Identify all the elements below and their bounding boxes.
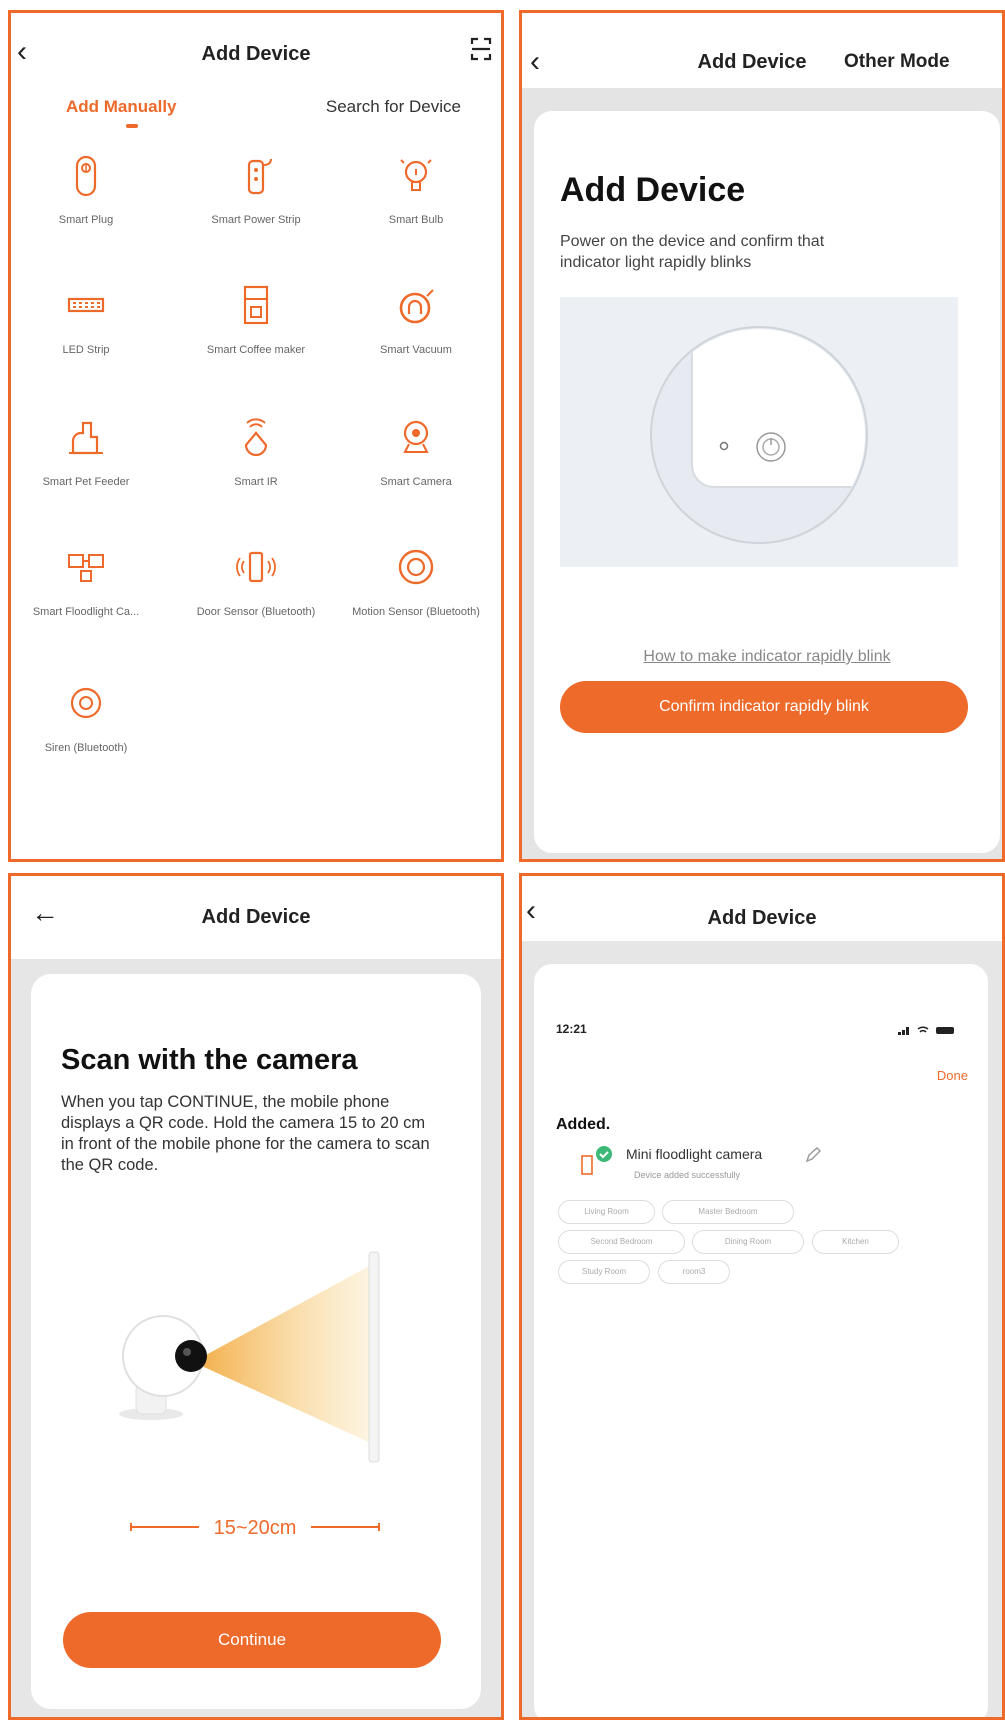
header: ‹ Add Device Other Mode <box>522 13 1002 88</box>
card-heading: Add Device <box>560 171 746 209</box>
device-smart-plug[interactable]: Smart Plug <box>11 151 161 227</box>
ir-icon <box>244 418 268 457</box>
bulb-icon <box>400 159 432 191</box>
page-title: Add Device <box>201 906 311 928</box>
howto-blink-link[interactable]: How to make indicator rapidly blink <box>534 648 1000 666</box>
device-label: Smart Floodlight Ca... <box>32 606 140 618</box>
card-heading: Scan with the camera <box>61 1044 358 1076</box>
device-indicator-illustration <box>560 297 958 567</box>
status-time: 12:21 <box>556 1022 587 1036</box>
panel-scan-camera: ← Add Device Scan with the camera When y… <box>8 873 504 1720</box>
panel-indicator-check: ‹ Add Device Other Mode Add Device Power… <box>519 10 1005 862</box>
device-label: Smart Pet Feeder <box>42 476 130 488</box>
room-chip[interactable]: Dining Room <box>692 1230 804 1254</box>
room-chip[interactable]: Kitchen <box>812 1230 899 1254</box>
header: ‹ Add Device <box>522 876 1002 941</box>
card-description: When you tap CONTINUE, the mobile phone … <box>61 1093 430 1174</box>
status-bar-icons <box>898 1026 954 1035</box>
led-strip-icon <box>67 297 105 313</box>
device-smart-ir[interactable]: Smart IR <box>181 413 331 489</box>
plug-icon <box>75 155 97 197</box>
camera-icon <box>403 420 429 453</box>
room-chip[interactable]: Master Bedroom <box>662 1200 794 1224</box>
panel-device-added: ‹ Add Device 12:21 Done Added. Mini floo… <box>519 873 1005 1720</box>
device-siren[interactable]: Siren (Bluetooth) <box>11 679 161 755</box>
room-chip[interactable]: Second Bedroom <box>558 1230 685 1254</box>
done-button[interactable]: Done <box>937 1068 968 1083</box>
distance-label: 15~20cm <box>214 1517 297 1539</box>
other-mode-button[interactable]: Other Mode <box>844 51 950 73</box>
power-strip-icon <box>247 158 272 195</box>
door-sensor-icon <box>236 551 276 583</box>
device-status: Device added successfully <box>634 1170 741 1180</box>
vacuum-icon <box>399 289 434 324</box>
device-label: Smart IR <box>234 476 278 488</box>
device-smart-vacuum[interactable]: Smart Vacuum <box>341 281 491 357</box>
device-label: LED Strip <box>62 344 110 356</box>
camera-scan-illustration: 15~20cm <box>119 1251 380 1539</box>
device-success-icon <box>581 1146 612 1175</box>
phone-screen-card: 12:21 Done Added. Mini floodlight camera… <box>534 964 988 1717</box>
device-label: Smart Power Strip <box>211 214 301 226</box>
device-label: Motion Sensor (Bluetooth) <box>352 606 480 618</box>
confirm-blink-button[interactable]: Confirm indicator rapidly blink <box>560 681 968 733</box>
device-smart-bulb[interactable]: Smart Bulb <box>341 151 491 227</box>
panel-add-manually: ‹ Add Device Add Manually Search for Dev… <box>8 10 504 862</box>
device-label: Smart Plug <box>58 214 114 226</box>
added-heading: Added. <box>556 1116 611 1133</box>
device-motion-sensor[interactable]: Motion Sensor (Bluetooth) <box>341 543 491 619</box>
device-smart-power-strip[interactable]: Smart Power Strip <box>181 151 331 227</box>
device-smart-camera[interactable]: Smart Camera <box>341 413 491 489</box>
motion-sensor-icon <box>398 549 434 585</box>
room-chip[interactable]: Study Room <box>558 1260 650 1284</box>
device-label: Smart Vacuum <box>380 344 452 356</box>
device-smart-floodlight[interactable]: Smart Floodlight Ca... <box>11 543 161 619</box>
device-label: Smart Camera <box>380 476 452 488</box>
header: ← Add Device <box>11 876 501 959</box>
siren-icon <box>70 687 102 719</box>
device-smart-pet-feeder[interactable]: Smart Pet Feeder <box>11 413 161 489</box>
instruction-card: Scan with the camera When you tap CONTIN… <box>31 974 481 1709</box>
floodlight-icon <box>68 554 104 582</box>
page-title: Add Device <box>707 907 817 929</box>
device-smart-coffee-maker[interactable]: Smart Coffee maker <box>181 281 331 357</box>
device-label: Siren (Bluetooth) <box>44 742 128 754</box>
edit-icon[interactable] <box>804 1146 822 1164</box>
card-description: Power on the device and confirm that ind… <box>560 233 825 271</box>
continue-button[interactable]: Continue <box>63 1612 441 1668</box>
device-label: Smart Coffee maker <box>206 344 306 356</box>
device-category-grid: Smart Plug Smart Power Strip Smart Bulb … <box>11 13 501 853</box>
device-door-sensor[interactable]: Door Sensor (Bluetooth) <box>181 543 331 619</box>
device-label: Smart Bulb <box>388 214 444 226</box>
coffee-maker-icon <box>243 285 269 325</box>
room-chip[interactable]: Living Room <box>558 1200 655 1224</box>
device-led-strip[interactable]: LED Strip <box>11 281 161 357</box>
device-name: Mini floodlight camera <box>626 1146 763 1162</box>
device-label: Door Sensor (Bluetooth) <box>196 606 316 618</box>
room-chip[interactable]: room3 <box>658 1260 730 1284</box>
pet-feeder-icon <box>69 421 103 455</box>
instruction-card: Add Device Power on the device and confi… <box>534 111 1000 853</box>
